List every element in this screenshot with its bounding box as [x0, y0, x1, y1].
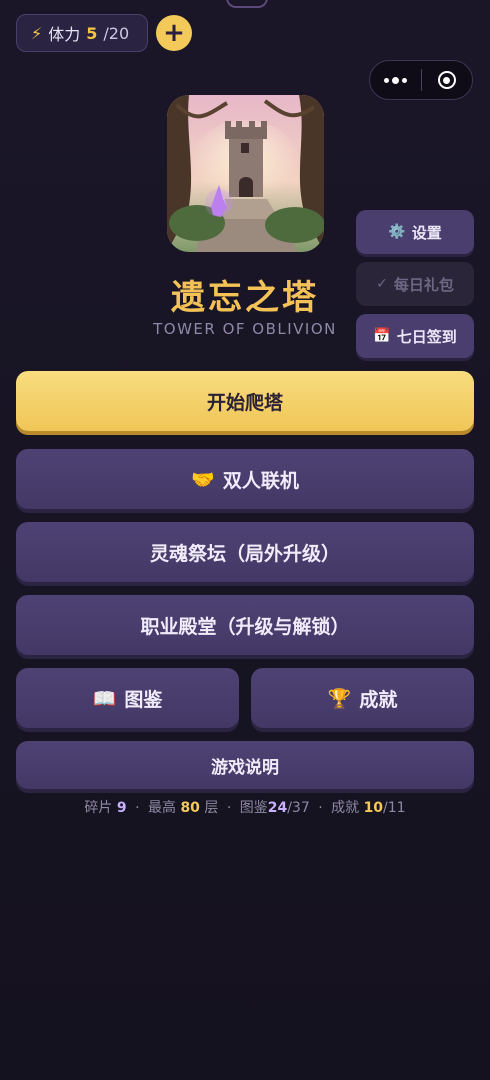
stamina-display[interactable]: ⚡ 体力 5 /20 — [16, 14, 148, 52]
seven-day-label: 七日签到 — [396, 327, 457, 346]
seven-day-signin-button[interactable]: 📅 七日签到 — [356, 314, 474, 358]
trophy-icon: 🏆 — [327, 687, 352, 710]
daily-gift-label: 每日礼包 — [393, 275, 454, 294]
best-floor-value: 80 — [180, 800, 200, 816]
game-guide-button[interactable]: 游戏说明 — [16, 741, 474, 789]
codex-progress-total: /37 — [287, 800, 310, 816]
mini-program-capsule — [369, 60, 473, 100]
stamina-label: 体力 — [48, 25, 81, 44]
gear-icon: ⚙️ — [388, 224, 406, 240]
codex-label: 图鉴 — [124, 688, 163, 711]
separator: · — [318, 800, 323, 816]
shards-value: 9 — [116, 800, 127, 816]
add-stamina-button[interactable]: + — [156, 15, 192, 51]
best-floor-unit: 层 — [204, 800, 219, 816]
game-title: 遗忘之塔 — [171, 278, 319, 318]
achievements-button[interactable]: 🏆 成就 — [251, 668, 474, 728]
coop-label: 双人联机 — [222, 469, 299, 492]
lightning-icon: ⚡ — [31, 23, 43, 43]
stamina-current: 5 — [86, 23, 98, 43]
player-stats: 碎片 9 · 最高 80 层 · 图鉴24/37 · 成就 10/11 — [0, 797, 490, 817]
handshake-icon: 🤝 — [191, 468, 215, 491]
stamina-max: /20 — [103, 23, 130, 43]
achievement-progress-label: 成就 — [331, 800, 360, 816]
check-icon: ✓ — [376, 276, 388, 292]
game-logo — [167, 95, 324, 252]
class-hall-button[interactable]: 职业殿堂（升级与解锁） — [16, 595, 474, 655]
top-handle — [226, 0, 268, 8]
achievements-label: 成就 — [359, 688, 398, 711]
codex-button[interactable]: 📖 图鉴 — [16, 668, 239, 728]
settings-label: 设置 — [411, 223, 442, 242]
settings-button[interactable]: ⚙️ 设置 — [356, 210, 474, 254]
codex-progress-value: 24 — [267, 800, 288, 816]
calendar-icon: 📅 — [373, 328, 391, 344]
coop-button[interactable]: 🤝 双人联机 — [16, 449, 474, 509]
achievement-progress-total: /11 — [383, 800, 406, 816]
best-floor-label: 最高 — [147, 800, 176, 816]
close-icon[interactable] — [422, 71, 472, 89]
separator: · — [135, 800, 140, 816]
separator: · — [226, 800, 232, 816]
game-subtitle: TOWER OF OBLIVION — [153, 320, 337, 338]
codex-progress-label: 图鉴 — [239, 800, 268, 816]
achievement-progress-value: 10 — [363, 800, 384, 816]
main-menu-screen: ⚡ 体力 5 /20 + 遗忘之塔 TOWER OF OBLIVION ⚙️ 设… — [0, 0, 490, 1080]
book-icon: 📖 — [92, 687, 117, 710]
start-climb-button[interactable]: 开始爬塔 — [16, 371, 474, 431]
daily-gift-button[interactable]: ✓ 每日礼包 — [356, 262, 474, 306]
soul-altar-button[interactable]: 灵魂祭坛（局外升级） — [16, 522, 474, 582]
shards-label: 碎片 — [84, 800, 113, 816]
more-options-icon[interactable] — [370, 76, 421, 84]
